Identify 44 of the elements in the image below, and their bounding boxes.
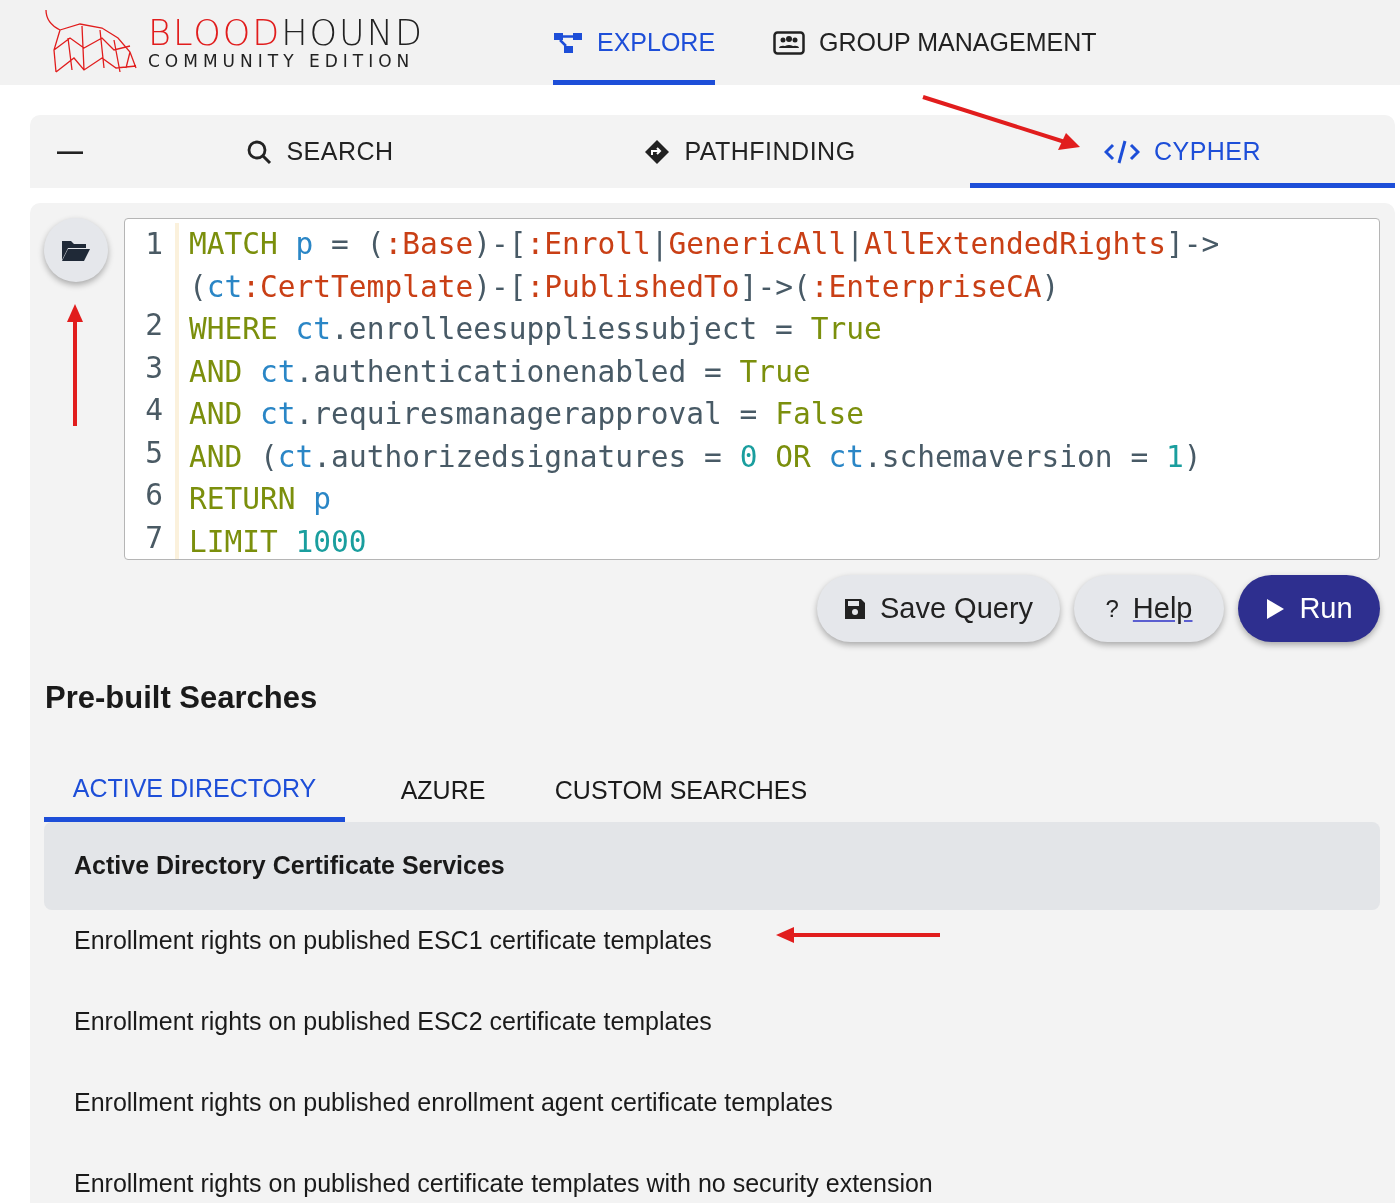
- line-number: 7: [145, 519, 163, 557]
- save-icon: [843, 597, 866, 620]
- code-line: WHERE ct.enrolleesuppliessubject = True: [189, 311, 883, 348]
- line-number: 3: [145, 349, 163, 387]
- line-number: 5: [145, 434, 163, 472]
- line-number: 4: [145, 392, 163, 429]
- run-button[interactable]: Run: [1238, 575, 1380, 642]
- folder-icon: [61, 238, 91, 262]
- query-list-item[interactable]: Enrollment rights on published ESC2 certificate templates: [74, 1002, 712, 1041]
- folder-button[interactable]: [44, 218, 108, 282]
- nav-tab[interactable]: GROUP MANAGEMENT: [773, 0, 1097, 85]
- search-icon: [246, 138, 273, 165]
- category-tab[interactable]: AZURE: [345, 766, 541, 822]
- brand-subtitle: COMMUNITY EDITION: [148, 50, 416, 71]
- brand-name: BLOOD HOUND: [148, 14, 424, 51]
- line-number: 2: [145, 307, 163, 344]
- code-line: LIMIT 1000: [189, 523, 368, 561]
- directions-icon: [644, 138, 671, 165]
- people-icon: [773, 30, 806, 55]
- code-line: AND ct.requiresmanagerapproval = False: [189, 396, 865, 433]
- line-number: 1: [145, 226, 163, 263]
- section-heading: Pre-built Searches: [45, 679, 318, 717]
- line-number: 6: [145, 477, 163, 514]
- category-tab[interactable]: CUSTOM SEARCHES: [541, 766, 821, 822]
- collapse-button[interactable]: —: [30, 115, 110, 188]
- code-icon: [1103, 138, 1140, 165]
- search-mode-tab[interactable]: SEARCH: [110, 115, 530, 188]
- code-line: RETURN p: [189, 481, 333, 518]
- save-button[interactable]: Save Query: [817, 575, 1060, 642]
- play-icon: [1265, 597, 1286, 620]
- code-line: AND ct.authenticationenabled = True: [189, 353, 812, 391]
- search-mode-tab[interactable]: CYPHER: [970, 115, 1395, 188]
- query-list-item[interactable]: Enrollment rights on published certificate templates with no security extension: [74, 1164, 933, 1203]
- category-title: Active Directory Certificate Services: [74, 849, 505, 881]
- code-line: MATCH p = (:Base)-[:Enroll|GenericAll|AllExtendedRights]->: [189, 226, 1220, 264]
- code-editor[interactable]: [124, 218, 1380, 560]
- query-list-item[interactable]: Enrollment rights on published ESC1 certificate templates: [74, 921, 712, 960]
- help-button[interactable]: ? Help: [1074, 575, 1224, 642]
- nav-tab[interactable]: EXPLORE: [553, 0, 716, 85]
- code-line: (ct:CertTemplate)-[:PublishedTo]->(:EnterpriseCA): [189, 268, 1061, 306]
- query-list-item[interactable]: Enrollment rights on published enrollment agent certificate templates: [74, 1083, 833, 1122]
- search-mode-tab[interactable]: PATHFINDING: [530, 115, 970, 188]
- code-line: AND (ct.authorizedsignatures = 0 OR ct.schemaversion = 1): [189, 438, 1203, 476]
- graph-icon: [553, 30, 583, 55]
